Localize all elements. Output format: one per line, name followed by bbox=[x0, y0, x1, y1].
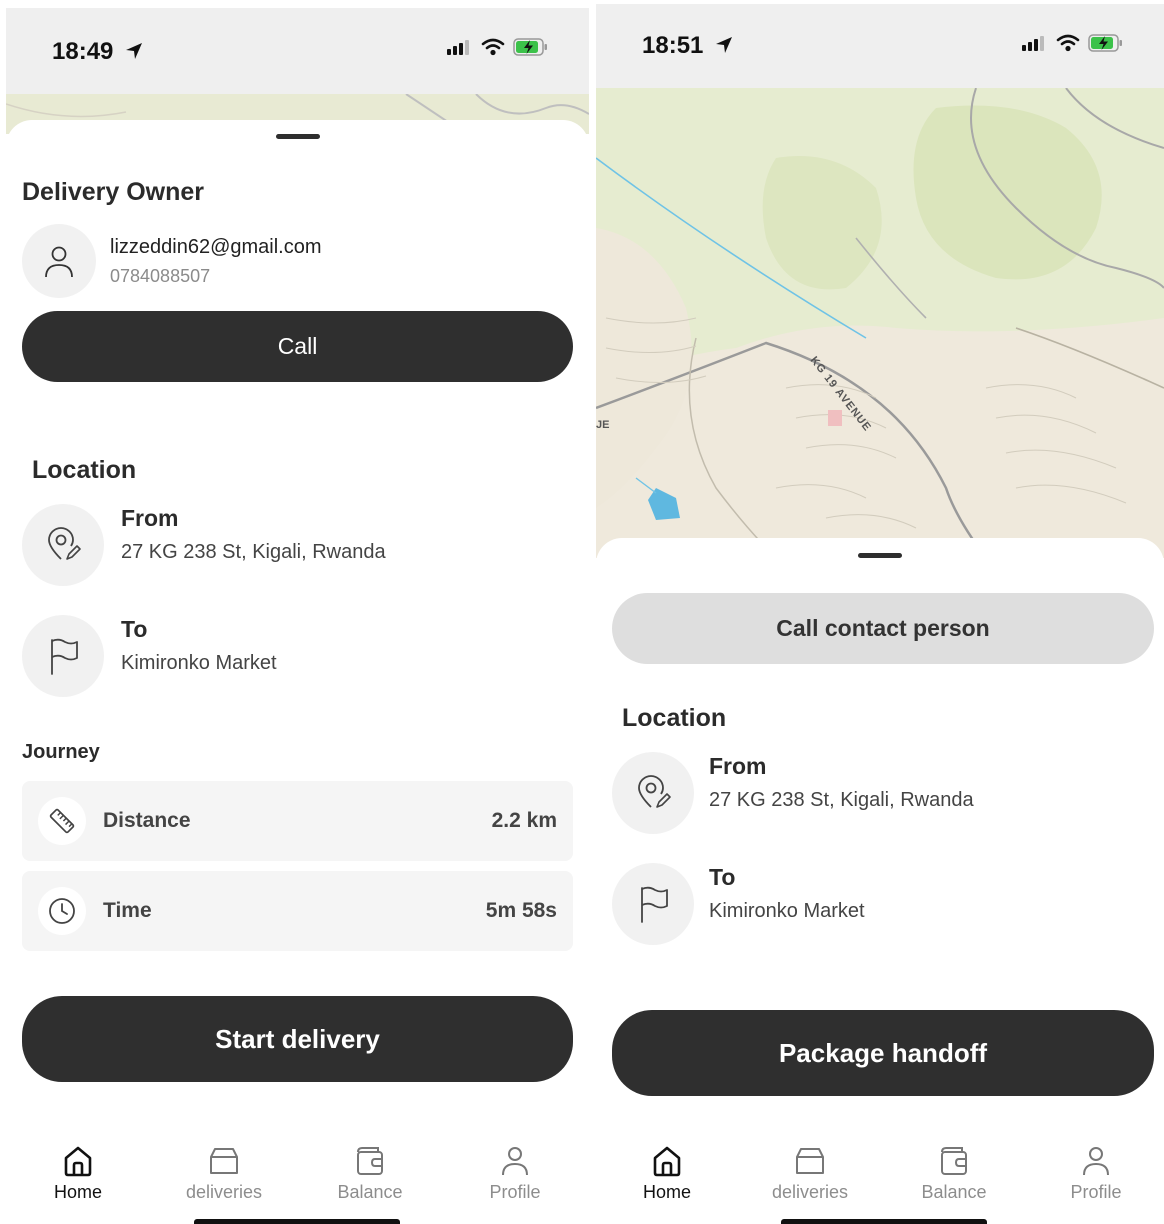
user-icon bbox=[502, 1147, 528, 1176]
right-phone-screen: 18:51 KG 19 AVENUE JE Call contact perso… bbox=[596, 0, 1164, 1224]
distance-value: 2.2 km bbox=[491, 809, 557, 832]
cellular-signal-icon bbox=[447, 40, 469, 55]
tab-balance[interactable]: Balance bbox=[899, 1132, 1009, 1203]
delivery-bottom-sheet: Delivery Owner lizzeddin62@gmail.com 078… bbox=[6, 120, 589, 1224]
status-time: 18:49 bbox=[52, 38, 144, 66]
location-heading: Location bbox=[32, 456, 137, 484]
box-icon bbox=[210, 1148, 238, 1174]
sheet-drag-handle[interactable] bbox=[275, 134, 320, 139]
home-indicator bbox=[781, 1219, 987, 1224]
left-phone-screen: 18:49 Delivery Owner lizzeddin62@gmail.c… bbox=[6, 0, 589, 1224]
tab-balance[interactable]: Balance bbox=[315, 1132, 425, 1203]
ruler-icon bbox=[49, 808, 75, 834]
to-label: To bbox=[709, 864, 736, 890]
flag-icon bbox=[51, 638, 78, 675]
start-delivery-button[interactable]: Start delivery bbox=[22, 996, 573, 1082]
route-map[interactable]: KG 19 AVENUE JE bbox=[596, 88, 1164, 558]
from-icon-circle bbox=[22, 504, 104, 586]
cellular-signal-icon bbox=[1022, 36, 1044, 51]
distance-label: Distance bbox=[103, 809, 191, 832]
time-label: Time bbox=[103, 899, 152, 922]
sheet-drag-handle[interactable] bbox=[858, 553, 902, 558]
status-bar: 18:49 bbox=[6, 8, 589, 96]
battery-charging-icon bbox=[1088, 34, 1122, 52]
user-icon bbox=[1083, 1147, 1109, 1176]
clock-icon bbox=[49, 898, 75, 924]
to-icon-circle bbox=[22, 615, 104, 697]
battery-charging-icon bbox=[513, 38, 547, 56]
system-icons bbox=[1022, 34, 1124, 52]
location-arrow-icon bbox=[126, 43, 143, 59]
status-time: 18:51 bbox=[642, 32, 734, 60]
handoff-bottom-sheet: Call contact person Location From 27 KG … bbox=[596, 538, 1164, 1224]
home-icon bbox=[653, 1146, 681, 1177]
wallet-icon bbox=[357, 1147, 383, 1175]
flag-icon bbox=[641, 886, 668, 923]
wallet-icon bbox=[941, 1147, 967, 1175]
home-indicator bbox=[194, 1219, 400, 1224]
map-canvas: KG 19 AVENUE JE bbox=[596, 88, 1164, 558]
tab-deliveries[interactable]: deliveries bbox=[755, 1132, 865, 1203]
to-address: Kimironko Market bbox=[709, 900, 865, 922]
from-label: From bbox=[709, 753, 767, 779]
status-bar: 18:51 bbox=[596, 4, 1164, 90]
from-label: From bbox=[121, 505, 179, 531]
journey-time-row: Time 5m 58s bbox=[22, 871, 573, 951]
tab-bar: Home deliveries Balance Profile bbox=[6, 1132, 589, 1224]
from-address: 27 KG 238 St, Kigali, Rwanda bbox=[121, 541, 386, 563]
map-edge-label: JE bbox=[596, 419, 609, 431]
user-icon bbox=[45, 246, 73, 278]
location-arrow-icon bbox=[716, 37, 733, 53]
tab-profile[interactable]: Profile bbox=[460, 1132, 570, 1203]
from-icon-circle bbox=[612, 752, 694, 834]
call-contact-button[interactable]: Call contact person bbox=[612, 593, 1154, 664]
tab-deliveries[interactable]: deliveries bbox=[169, 1132, 279, 1203]
location-pin-edit-icon bbox=[638, 775, 671, 808]
journey-distance-row: Distance 2.2 km bbox=[22, 781, 573, 861]
owner-phone: 0784088507 bbox=[110, 266, 211, 286]
to-address: Kimironko Market bbox=[121, 652, 277, 674]
system-icons bbox=[447, 38, 549, 56]
box-icon bbox=[796, 1148, 824, 1174]
tab-bar: Home deliveries Balance Profile bbox=[596, 1132, 1164, 1224]
home-icon bbox=[64, 1146, 92, 1177]
tab-home[interactable]: Home bbox=[23, 1132, 133, 1203]
tab-home[interactable]: Home bbox=[612, 1132, 722, 1203]
location-heading: Location bbox=[622, 704, 727, 732]
time-value: 5m 58s bbox=[485, 899, 557, 922]
journey-heading: Journey bbox=[22, 741, 100, 763]
owner-avatar bbox=[22, 224, 96, 298]
package-handoff-button[interactable]: Package handoff bbox=[612, 1010, 1154, 1096]
to-label: To bbox=[121, 616, 148, 642]
location-pin-edit-icon bbox=[48, 527, 81, 560]
wifi-icon bbox=[481, 38, 505, 56]
call-button[interactable]: Call bbox=[22, 311, 573, 382]
owner-heading: Delivery Owner bbox=[22, 178, 205, 206]
owner-email: lizzeddin62@gmail.com bbox=[110, 236, 322, 258]
tab-profile[interactable]: Profile bbox=[1041, 1132, 1151, 1203]
wifi-icon bbox=[1056, 34, 1080, 52]
from-address: 27 KG 238 St, Kigali, Rwanda bbox=[709, 789, 974, 811]
to-icon-circle bbox=[612, 863, 694, 945]
